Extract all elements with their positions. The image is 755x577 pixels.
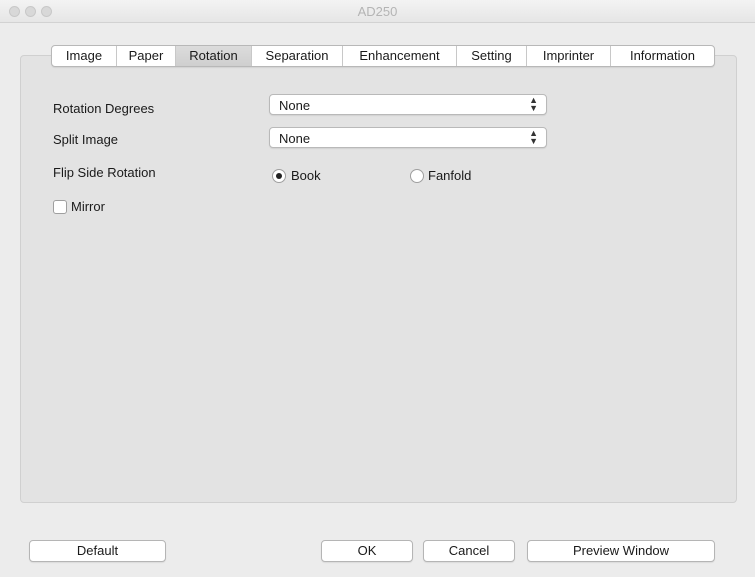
flip-fanfold-radio[interactable] [410, 169, 424, 183]
flip-side-rotation-label: Flip Side Rotation [53, 165, 156, 180]
flip-book-label[interactable]: Book [291, 168, 321, 183]
tab-setting[interactable]: Setting [457, 46, 527, 66]
flip-fanfold-label[interactable]: Fanfold [428, 168, 471, 183]
rotation-degrees-label: Rotation Degrees [53, 101, 155, 116]
up-down-chevron-icon: ▲ ▼ [529, 95, 538, 113]
tab-imprinter[interactable]: Imprinter [527, 46, 611, 66]
ok-button[interactable]: OK [321, 540, 413, 562]
tab-separation[interactable]: Separation [252, 46, 343, 66]
mirror-label[interactable]: Mirror [71, 199, 105, 214]
window-title: AD250 [357, 4, 398, 19]
title-bar: AD250 [0, 0, 755, 23]
tab-image[interactable]: Image [52, 46, 117, 66]
split-image-select[interactable]: None ▲ ▼ [269, 127, 547, 148]
tab-enhancement[interactable]: Enhancement [343, 46, 457, 66]
default-button[interactable]: Default [29, 540, 166, 562]
preview-window-button[interactable]: Preview Window [527, 540, 715, 562]
split-image-label: Split Image [53, 132, 119, 147]
tab-paper[interactable]: Paper [117, 46, 176, 66]
flip-book-radio[interactable] [272, 169, 286, 183]
tab-bar: Image Paper Rotation Separation Enhancem… [51, 45, 715, 67]
tab-information[interactable]: Information [611, 46, 714, 66]
radio-selected-dot-icon [276, 173, 282, 179]
tab-content-panel [20, 55, 737, 503]
rotation-degrees-value: None [279, 98, 311, 113]
cancel-button[interactable]: Cancel [423, 540, 515, 562]
split-image-value: None [279, 131, 311, 146]
mirror-checkbox[interactable] [53, 200, 67, 214]
tab-rotation[interactable]: Rotation [176, 46, 252, 66]
dialog-window: AD250 Image Paper Rotation Separation En… [0, 0, 755, 577]
up-down-chevron-icon: ▲ ▼ [529, 128, 538, 146]
rotation-degrees-select[interactable]: None ▲ ▼ [269, 94, 547, 115]
